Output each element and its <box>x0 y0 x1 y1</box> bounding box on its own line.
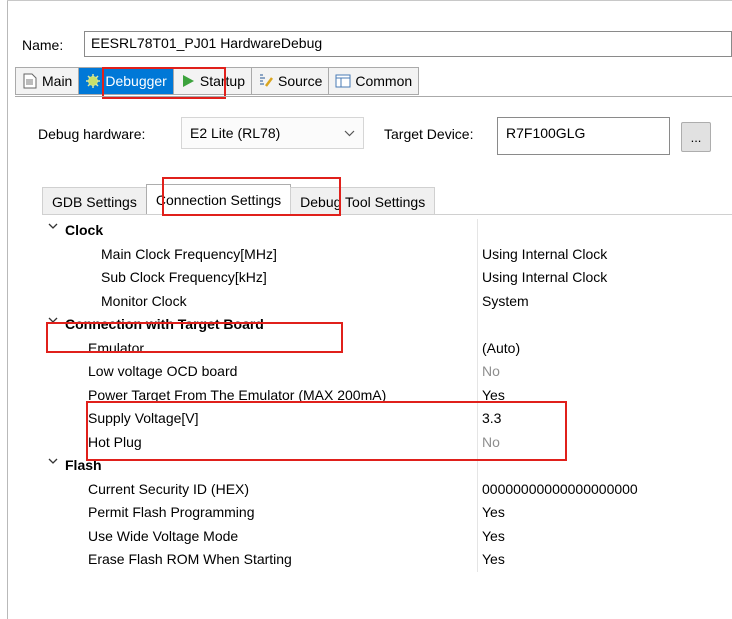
tab-debugger[interactable]: Debugger <box>79 67 174 95</box>
browse-device-button[interactable]: ... <box>681 122 711 152</box>
tab-startup-label: Startup <box>199 73 245 89</box>
tab-source[interactable]: Source <box>252 67 330 95</box>
table-row[interactable]: Power Target From The Emulator (MAX 200m… <box>42 383 732 407</box>
category-label: Connection with Target Board <box>65 316 264 332</box>
window-border-top <box>7 0 732 1</box>
target-device-label: Target Device: <box>384 126 474 142</box>
column-separator <box>477 430 478 454</box>
property-label: Permit Flash Programming <box>88 504 255 520</box>
property-value[interactable]: 3.3 <box>482 410 501 426</box>
chevron-down-icon[interactable] <box>48 222 58 234</box>
debugger-bug-icon <box>85 73 101 89</box>
property-label: Supply Voltage[V] <box>88 410 199 426</box>
column-separator <box>477 383 478 407</box>
property-label: Monitor Clock <box>101 292 187 309</box>
launch-config-tabbar: Main Debugger Startup Source Common <box>15 67 420 97</box>
property-label: Main Clock Frequency[MHz] <box>101 245 277 262</box>
property-value[interactable]: Yes <box>482 504 505 520</box>
subtab-debug-tool-settings[interactable]: Debug Tool Settings <box>290 187 436 215</box>
window-border-left <box>7 0 8 619</box>
tab-common-label: Common <box>355 73 413 89</box>
table-row[interactable]: Erase Flash ROM When Starting Yes <box>42 548 732 572</box>
category-row-flash[interactable]: Flash <box>42 454 732 478</box>
tab-main[interactable]: Main <box>15 67 80 95</box>
category-label: Clock <box>65 222 104 238</box>
tab-source-label: Source <box>278 73 323 89</box>
column-separator <box>477 407 478 431</box>
tab-common[interactable]: Common <box>329 67 420 95</box>
property-value[interactable]: Yes <box>482 387 505 403</box>
column-separator <box>477 313 478 337</box>
category-row-clock[interactable]: Clock <box>42 219 732 243</box>
target-device-input[interactable]: R7F100GLG <box>497 117 670 155</box>
column-separator <box>477 477 478 501</box>
subtab-gdb-settings[interactable]: GDB Settings <box>42 187 147 215</box>
settings-grid: Clock Main Clock Frequency[MHz] Using In… <box>42 219 732 572</box>
property-label: Emulator <box>88 339 145 356</box>
property-value[interactable]: 00000000000000000000 <box>482 481 638 497</box>
property-value[interactable]: Yes <box>482 528 505 544</box>
column-separator <box>477 219 478 243</box>
name-row: Name: <box>22 34 63 56</box>
category-label: Flash <box>65 457 102 473</box>
property-value[interactable]: System <box>482 293 529 309</box>
debug-hardware-select[interactable]: E2 Lite (RL78) <box>181 117 364 149</box>
table-row[interactable]: Emulator (Auto) <box>42 336 732 360</box>
source-icon <box>258 73 274 89</box>
name-input[interactable]: EESRL78T01_PJ01 HardwareDebug <box>84 31 732 57</box>
column-separator <box>477 289 478 313</box>
name-label: Name: <box>22 37 64 53</box>
debug-hardware-value: E2 Lite (RL78) <box>190 125 281 141</box>
table-row[interactable]: Main Clock Frequency[MHz] Using Internal… <box>42 242 732 266</box>
column-separator <box>477 266 478 290</box>
tab-main-label: Main <box>42 73 73 89</box>
table-row[interactable]: Permit Flash Programming Yes <box>42 501 732 525</box>
property-value[interactable]: Yes <box>482 551 505 567</box>
startup-play-icon <box>180 73 196 89</box>
table-row[interactable]: Sub Clock Frequency[kHz] Using Internal … <box>42 266 732 290</box>
table-row[interactable]: Low voltage OCD board No <box>42 360 732 384</box>
property-label: Low voltage OCD board <box>88 363 238 379</box>
common-table-icon <box>335 73 351 89</box>
property-value[interactable]: (Auto) <box>482 340 520 356</box>
column-separator <box>477 242 478 266</box>
table-row[interactable]: Monitor Clock System <box>42 289 732 313</box>
property-label: Current Security ID (HEX) <box>88 480 250 497</box>
property-label: Power Target From The Emulator (MAX 200m… <box>88 386 387 403</box>
tab-startup[interactable]: Startup <box>173 67 252 95</box>
subtab-connection-settings[interactable]: Connection Settings <box>145 184 292 215</box>
subtab-underline <box>42 214 732 215</box>
column-separator <box>477 501 478 525</box>
property-value[interactable]: Using Internal Clock <box>482 269 607 285</box>
main-page-icon <box>22 73 38 89</box>
column-separator <box>477 548 478 572</box>
property-value[interactable]: Using Internal Clock <box>482 246 607 262</box>
property-label: Erase Flash ROM When Starting <box>88 551 292 567</box>
column-separator <box>477 454 478 478</box>
chevron-down-icon[interactable] <box>48 457 58 469</box>
property-label: Hot Plug <box>88 433 142 450</box>
column-separator <box>477 360 478 384</box>
property-value: No <box>482 363 500 379</box>
tab-debugger-label: Debugger <box>105 73 167 89</box>
property-value: No <box>482 433 500 450</box>
table-row[interactable]: Supply Voltage[V] 3.3 <box>42 407 732 431</box>
category-row-connection[interactable]: Connection with Target Board <box>42 313 732 337</box>
tab-content-divider <box>15 96 732 97</box>
table-row[interactable]: Use Wide Voltage Mode Yes <box>42 524 732 548</box>
table-row[interactable]: Hot Plug No <box>42 430 732 454</box>
chevron-down-icon <box>344 126 355 140</box>
column-separator <box>477 336 478 360</box>
chevron-down-icon[interactable] <box>48 316 58 328</box>
column-separator <box>477 524 478 548</box>
debugger-subtabs: GDB Settings Connection Settings Debug T… <box>42 184 436 215</box>
property-label: Use Wide Voltage Mode <box>88 527 239 544</box>
property-label: Sub Clock Frequency[kHz] <box>101 269 267 285</box>
debug-hardware-label: Debug hardware: <box>38 126 146 142</box>
table-row[interactable]: Current Security ID (HEX) 00000000000000… <box>42 477 732 501</box>
